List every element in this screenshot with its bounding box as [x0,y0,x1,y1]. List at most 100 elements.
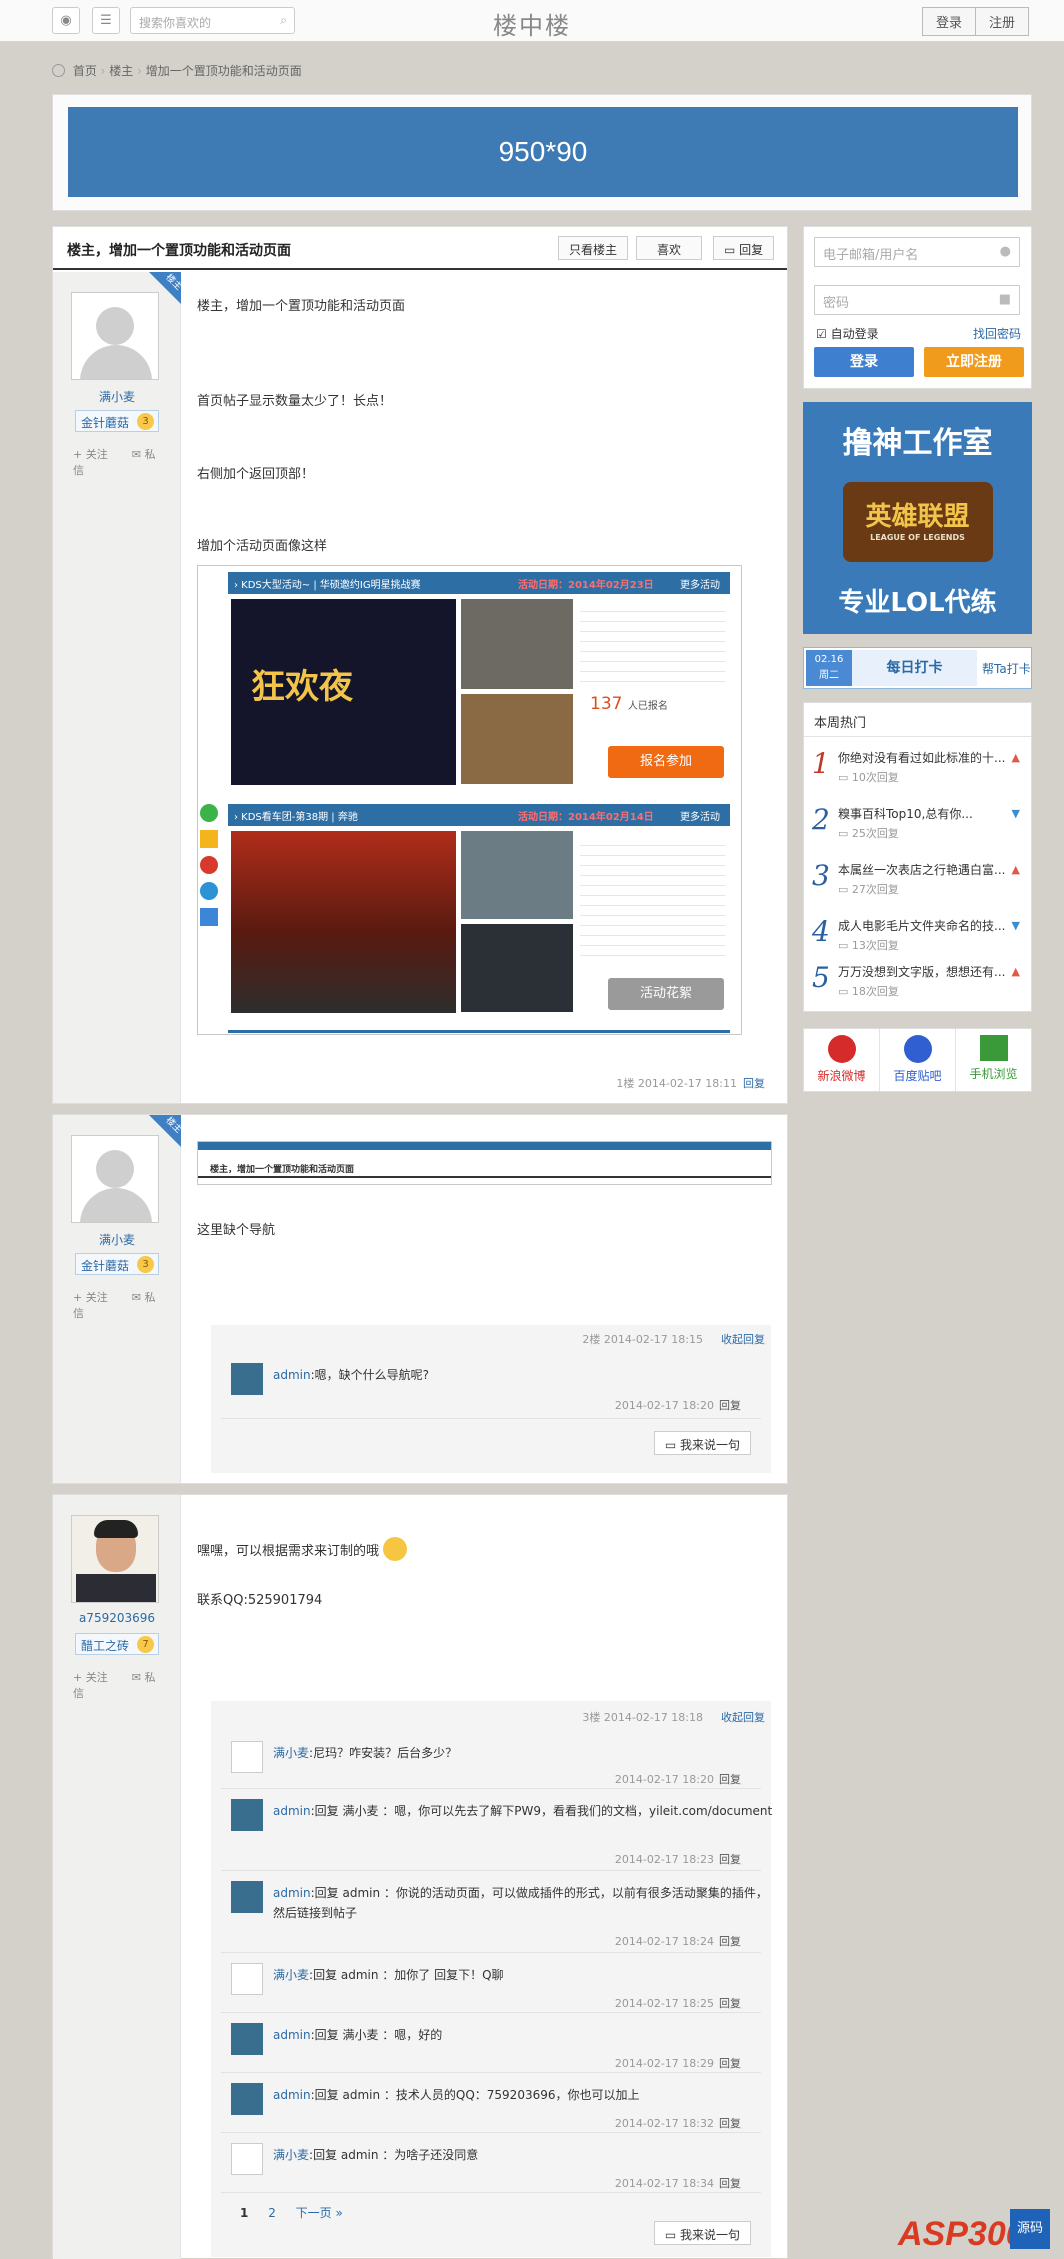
register-button[interactable]: 注册 [975,7,1029,36]
trend-down-icon: ▼ [1011,919,1020,932]
star-icon[interactable] [200,830,218,848]
auto-login-checkbox[interactable]: ☑ 自动登录 [816,325,879,342]
admin-avatar-icon[interactable] [231,2023,263,2055]
follow-link[interactable]: + 关注 [73,1291,120,1304]
comment-reply-link[interactable]: 回复 [719,1773,741,1786]
comment-reply-link[interactable]: 回复 [719,1399,741,1412]
hot-panel: 本周热门 1 你绝对没有看过如此标准的十... ▭ 10次回复 ▲ 2 糗事百科Top1… [803,702,1032,1012]
checkin-button[interactable]: 每日打卡 [852,650,977,686]
car-photo [461,924,573,1012]
admin-avatar-icon[interactable] [231,1363,263,1395]
admin-avatar-icon[interactable] [231,2083,263,2115]
username[interactable]: 满小麦 [53,388,181,405]
banner-ad[interactable]: 950*90 [68,107,1018,197]
level-star-icon: 3 [137,1256,154,1273]
reply-link[interactable]: 回复 [743,1077,765,1090]
comment-item: admin:回复 满小麦 ：嗯，你可以先去了解下PW9，看看我们的文档，yile… [221,1789,772,1871]
admin-avatar-icon[interactable] [231,1799,263,1831]
top-bar: ◉ ☰ 搜索你喜欢的 ⌕ 楼中楼 登录 注册 [0,0,1064,42]
login-panel: 电子邮箱/用户名 ● 密码 ■ ☑ 自动登录 找回密码 登录 立即注册 [803,226,1032,389]
trend-up-icon: ▲ [1011,863,1020,876]
weibo-share[interactable]: 新浪微博 [804,1029,880,1091]
signup-button[interactable]: 报名参加 [608,746,724,778]
weibo-icon [827,1035,856,1063]
comment-time: 2014-02-17 18:25 回复 [614,1997,741,2010]
share-icons [200,796,222,946]
thread-header: 楼主，增加一个置顶功能和活动页面 只看楼主 喜欢 ▭ 回复 [53,227,787,270]
weibo-icon[interactable] [200,856,218,874]
share-panel: 新浪微博 百度贴吧 手机浏览 [803,1028,1032,1092]
comment-list: 满小麦:尼玛？咋安装？后台多少？ 2014-02-17 18:20 回复 admi… [211,1731,772,2257]
login-button[interactable]: 登录 [921,7,976,36]
checkin-date: 02.16 周二 [806,650,852,686]
car-photo [461,831,573,919]
comment-text: admin:回复 满小麦 ：嗯，好的 [273,2028,443,2042]
like-button[interactable]: 喜欢 [636,236,702,260]
admin-avatar-icon[interactable] [231,1881,263,1913]
user-avatar-icon[interactable] [231,1741,263,1773]
help-checkin-link[interactable]: 帮Ta打卡 [982,660,1031,677]
next-page-link[interactable]: 下一页 » [296,2206,343,2220]
activity-poster-image: 狂欢夜 [231,599,456,785]
login-submit-button[interactable]: 登录 [814,347,914,377]
comment-reply-link[interactable]: 回复 [719,1997,741,2010]
comment-reply-link[interactable]: 回复 [719,1853,741,1866]
baidu-icon [903,1035,932,1063]
breadcrumb-forum[interactable]: 楼主 [109,64,133,78]
post-paragraph: 楼主，增加一个置顶功能和活动页面 [197,299,406,314]
home-icon[interactable] [52,64,65,77]
collapse-reply-link[interactable]: 收起回复 [721,1333,765,1346]
qzone-icon[interactable] [200,882,218,900]
comment-icon: ▭ [664,1438,680,1452]
page-1[interactable]: 1 [240,2206,248,2220]
plus-icon[interactable] [200,908,218,926]
avatar[interactable] [71,1515,159,1603]
follow-link[interactable]: + 关注 [73,1671,120,1684]
comment-reply-link[interactable]: 回复 [719,2057,741,2070]
comment-time: 2014-02-17 18:24 回复 [614,1935,741,1948]
user-icon: ● [999,244,1011,259]
comment-reply-link[interactable]: 回复 [719,1935,741,1948]
author-column: 满小麦 金针蘑菇 3 + 关注 ✉ 私信 [53,1115,181,1483]
ad-title: 撸神工作室 [842,426,993,461]
ad-subtitle: 专业LOL代练 [838,588,997,618]
reply-button[interactable]: ▭ 回复 [713,236,775,260]
comment-time: 2014-02-17 18:23 回复 [614,1853,741,1866]
post-paragraph: 这里缺个导航 [197,1223,276,1238]
register-now-button[interactable]: 立即注册 [924,347,1024,377]
follow-link[interactable]: + 关注 [73,448,120,461]
breadcrumb-home[interactable]: 首页 [73,64,97,78]
forgot-password-link[interactable]: 找回密码 [973,325,1021,342]
floor-info: 3楼 2014-02-17 18:18 收起回复 [582,1711,765,1724]
username[interactable]: 满小麦 [53,1231,181,1248]
email-field[interactable]: 电子邮箱/用户名 ● [814,237,1020,267]
highlights-button[interactable]: 活动花絮 [608,978,724,1010]
comment-reply-link[interactable]: 回复 [719,2117,741,2130]
rank-label: 金针蘑菇 [81,416,130,430]
post-2: 满小麦 金针蘑菇 3 + 关注 ✉ 私信 楼主 楼主，增加一个置顶功能和活动页面 这… [52,1114,788,1484]
say-button[interactable]: ▭ 我来说一句 [653,2221,751,2245]
activity-row2-header: › KDS看车团-第38期 | 奔驰 活动日期：2014年02月14日 更多活动 [228,804,730,826]
collapse-reply-link[interactable]: 收起回复 [721,1711,765,1724]
user-avatar-icon[interactable] [231,2143,263,2175]
password-field[interactable]: 密码 ■ [814,285,1020,315]
checkin-panel: 02.16 周二 每日打卡 帮Ta打卡 [803,647,1032,689]
user-avatar-icon[interactable] [231,1963,263,1995]
avatar[interactable] [71,292,159,380]
username[interactable]: a759203696 [53,1611,181,1625]
avatar[interactable] [71,1135,159,1223]
only-author-button[interactable]: 只看楼主 [558,236,629,260]
comment-icon: ▭ [664,2228,680,2242]
tieba-share[interactable]: 百度贴吧 [880,1029,956,1091]
post-3: a759203696 醋工之砖 7 + 关注 ✉ 私信 嘿嘿，可以根据需求来订制的哦… [52,1494,788,2259]
post-paragraph: 右侧加个返回顶部！ [197,467,315,482]
page-2[interactable]: 2 [268,2206,276,2220]
thread-title: 楼主，增加一个置顶功能和活动页面 [67,243,291,259]
wechat-icon[interactable] [200,804,218,822]
post-paragraph: 首页帖子显示数量太少了！长点！ [197,394,393,409]
site-title: 楼中楼 [493,12,571,40]
say-button[interactable]: ▭ 我来说一句 [653,1431,751,1455]
comment-reply-link[interactable]: 回复 [719,2177,741,2190]
sidebar-ad[interactable]: 撸神工作室 英雄联盟 LEAGUE OF LEGENDS 专业LOL代练 [803,402,1032,634]
mobile-share[interactable]: 手机浏览 [956,1029,1031,1091]
